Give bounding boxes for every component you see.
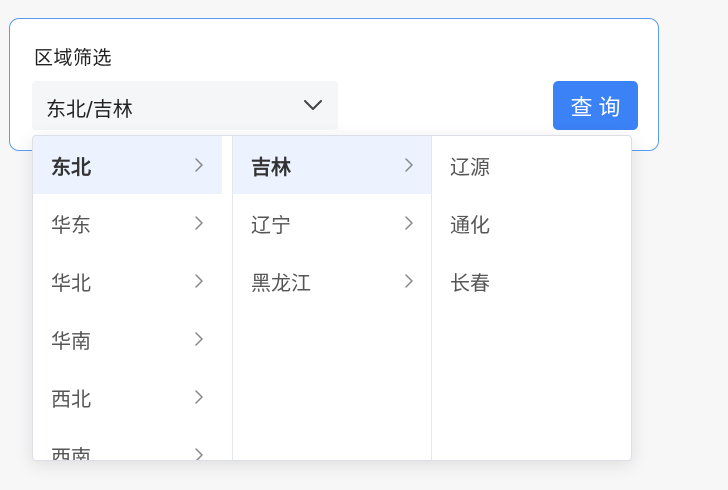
- option-label: 华东: [51, 212, 91, 237]
- chevron-right-icon: [195, 390, 203, 404]
- option-label: 吉林: [251, 154, 291, 179]
- region-cascader-dropdown: 东北 华东 华北 华南 西北 西南 吉林 辽宁 黑龙江 辽源 通化 长春: [32, 135, 632, 461]
- city-column: 辽源 通化 长春: [432, 136, 631, 460]
- city-option-tonghua[interactable]: 通化: [432, 194, 631, 252]
- region-option-huadong[interactable]: 华东: [33, 194, 222, 252]
- option-label: 华南: [51, 328, 91, 353]
- region-option-xinan[interactable]: 西南: [33, 426, 222, 460]
- region-select-value: 东北/吉林: [46, 97, 133, 121]
- chevron-right-icon: [195, 332, 203, 346]
- chevron-right-icon: [195, 158, 203, 172]
- option-label: 通化: [450, 212, 490, 237]
- province-column: 吉林 辽宁 黑龙江: [233, 136, 432, 460]
- chevron-down-icon: [304, 100, 322, 110]
- city-option-liaoyuan[interactable]: 辽源: [432, 136, 631, 194]
- option-label: 长春: [450, 270, 490, 295]
- option-label: 辽源: [450, 154, 490, 179]
- option-label: 东北: [51, 154, 91, 179]
- option-label: 黑龙江: [251, 270, 311, 295]
- option-label: 华北: [51, 270, 91, 295]
- query-button[interactable]: 查询: [553, 81, 638, 130]
- region-select[interactable]: 东北/吉林: [32, 81, 338, 130]
- region-column: 东北 华东 华北 华南 西北 西南: [33, 136, 233, 460]
- region-option-dongbei[interactable]: 东北: [33, 136, 222, 194]
- region-option-xibei[interactable]: 西北: [33, 368, 222, 426]
- chevron-right-icon: [195, 274, 203, 288]
- filter-title: 区域筛选: [34, 47, 113, 69]
- province-option-jilin[interactable]: 吉林: [233, 136, 431, 194]
- region-option-huanan[interactable]: 华南: [33, 310, 222, 368]
- chevron-right-icon: [405, 274, 413, 288]
- chevron-right-icon: [405, 158, 413, 172]
- region-option-huabei[interactable]: 华北: [33, 252, 222, 310]
- option-label: 辽宁: [251, 212, 291, 237]
- option-label: 西北: [51, 386, 91, 411]
- chevron-right-icon: [405, 216, 413, 230]
- chevron-right-icon: [195, 448, 203, 460]
- chevron-right-icon: [195, 216, 203, 230]
- region-filter-panel: 区域筛选 东北/吉林 查询: [9, 18, 659, 151]
- province-option-heilongjiang[interactable]: 黑龙江: [233, 252, 431, 310]
- option-label: 西南: [51, 444, 91, 461]
- city-option-changchun[interactable]: 长春: [432, 252, 631, 310]
- province-option-liaoning[interactable]: 辽宁: [233, 194, 431, 252]
